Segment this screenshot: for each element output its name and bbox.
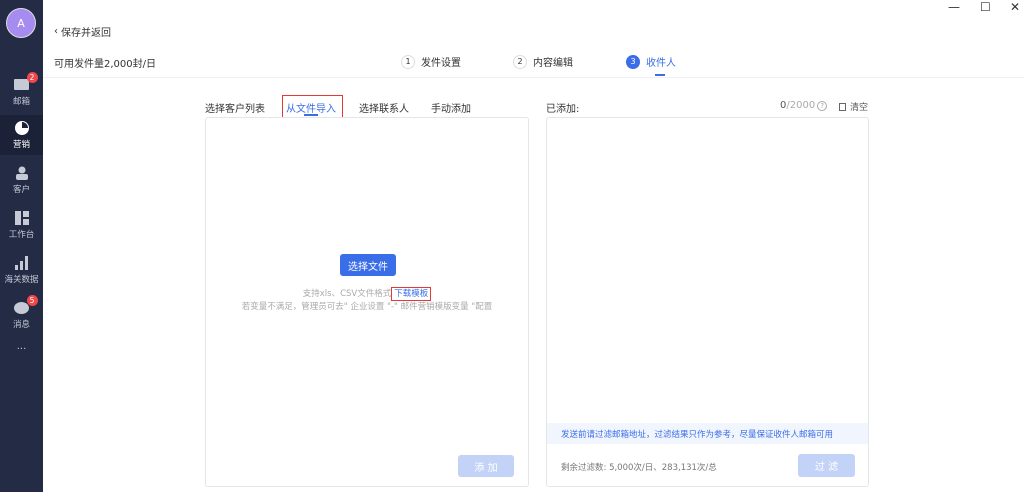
sidebar-item-label: 营销 [12, 139, 30, 150]
messages-badge: 5 [26, 294, 38, 306]
step-2[interactable]: 2 内容编辑 [513, 54, 573, 69]
close-button[interactable]: ✕ [1010, 0, 1020, 14]
step-label: 发件设置 [421, 58, 461, 69]
filter-button[interactable]: 过 滤 [798, 454, 855, 477]
step-3[interactable]: 3 收件人 [626, 54, 676, 69]
tab-select-contact[interactable]: 选择联系人 [359, 100, 409, 115]
step-number: 3 [626, 54, 640, 69]
maximize-button[interactable]: ☐ [980, 0, 991, 14]
add-button[interactable]: 添 加 [458, 455, 514, 477]
dashboard-icon [14, 210, 30, 225]
step-label: 收件人 [646, 58, 676, 69]
step-number: 1 [401, 54, 415, 69]
sidebar-item-label: 消息 [12, 319, 30, 330]
sidebar-item-workbench[interactable]: 工作台 [0, 205, 43, 245]
help-icon[interactable]: ? [817, 100, 828, 111]
sidebar-item-label: 客户 [12, 184, 30, 195]
user-icon [14, 166, 30, 180]
sidebar-item-marketing[interactable]: 营销 [0, 115, 43, 155]
remaining-filters: 剩余过滤数: 5,000次/日、283,131次/总 [561, 463, 717, 473]
download-template-link[interactable]: 下载模板 [391, 287, 432, 301]
chat-icon: 5 [14, 294, 38, 315]
mail-icon: 2 [14, 71, 38, 92]
support-label: 支持xls、CSV文件格式 [302, 289, 392, 299]
sidebar-item-label: 海关数据 [4, 274, 39, 285]
sidebar-item-customer[interactable]: 客户 [0, 160, 43, 200]
trash-icon [839, 102, 846, 111]
avatar[interactable]: A [6, 8, 36, 38]
sidebar-item-label: 工作台 [8, 229, 35, 240]
added-label: 已添加: [546, 104, 580, 115]
import-panel: 选择文件 支持xls、CSV文件格式 下载模板 若变量不满足，管理员可去" 企业设… [205, 117, 529, 487]
quota-text: 可用发件量2,000封/日 [54, 59, 156, 70]
tab-active-indicator [304, 114, 318, 116]
tab-manual-add[interactable]: 手动添加 [431, 100, 471, 115]
step-1[interactable]: 1 发件设置 [401, 54, 461, 69]
back-link[interactable]: ‹ 保存并返回 [54, 24, 111, 39]
step-label: 内容编辑 [533, 58, 573, 69]
added-panel: 发送前请过滤邮箱地址，过滤结果只作为参考，尽量保证收件人邮箱可用 剩余过滤数: … [546, 117, 869, 487]
minimize-button[interactable]: — [948, 0, 960, 14]
clear-button[interactable]: 清空 [839, 100, 868, 113]
more-icon[interactable]: ··· [0, 344, 43, 355]
sidebar-item-messages[interactable]: 5 消息 [0, 294, 43, 335]
chevron-left-icon: ‹ [54, 26, 58, 37]
step-number: 2 [513, 54, 527, 69]
sidebar-item-customs-data[interactable]: 海关数据 [0, 250, 43, 290]
added-count: 0/2000? [780, 100, 828, 111]
divider [43, 77, 1024, 78]
sidebar-item-mail[interactable]: 2 邮箱 [0, 71, 43, 112]
bar-chart-icon [14, 255, 30, 270]
choose-file-button[interactable]: 选择文件 [340, 254, 396, 276]
count-max: /2000 [786, 100, 816, 111]
clear-label: 清空 [850, 103, 869, 113]
hint-text: 若变量不满足，管理员可去" 企业设置 "-" 邮件营销模版变量 "配置 [241, 302, 493, 312]
support-text: 支持xls、CSV文件格式 下载模板 [206, 287, 528, 301]
step-active-indicator [655, 74, 665, 76]
pie-chart-icon [14, 120, 30, 135]
tab-customer-list[interactable]: 选择客户列表 [205, 100, 265, 115]
sidebar-item-label: 邮箱 [12, 96, 30, 107]
back-label: 保存并返回 [61, 28, 111, 39]
filter-notice: 发送前请过滤邮箱地址，过滤结果只作为参考，尽量保证收件人邮箱可用 [547, 423, 868, 444]
mail-badge: 2 [26, 71, 38, 83]
sidebar: A 2 邮箱 营销 客户 工作台 海关数据 5 消息 ··· [0, 0, 43, 492]
